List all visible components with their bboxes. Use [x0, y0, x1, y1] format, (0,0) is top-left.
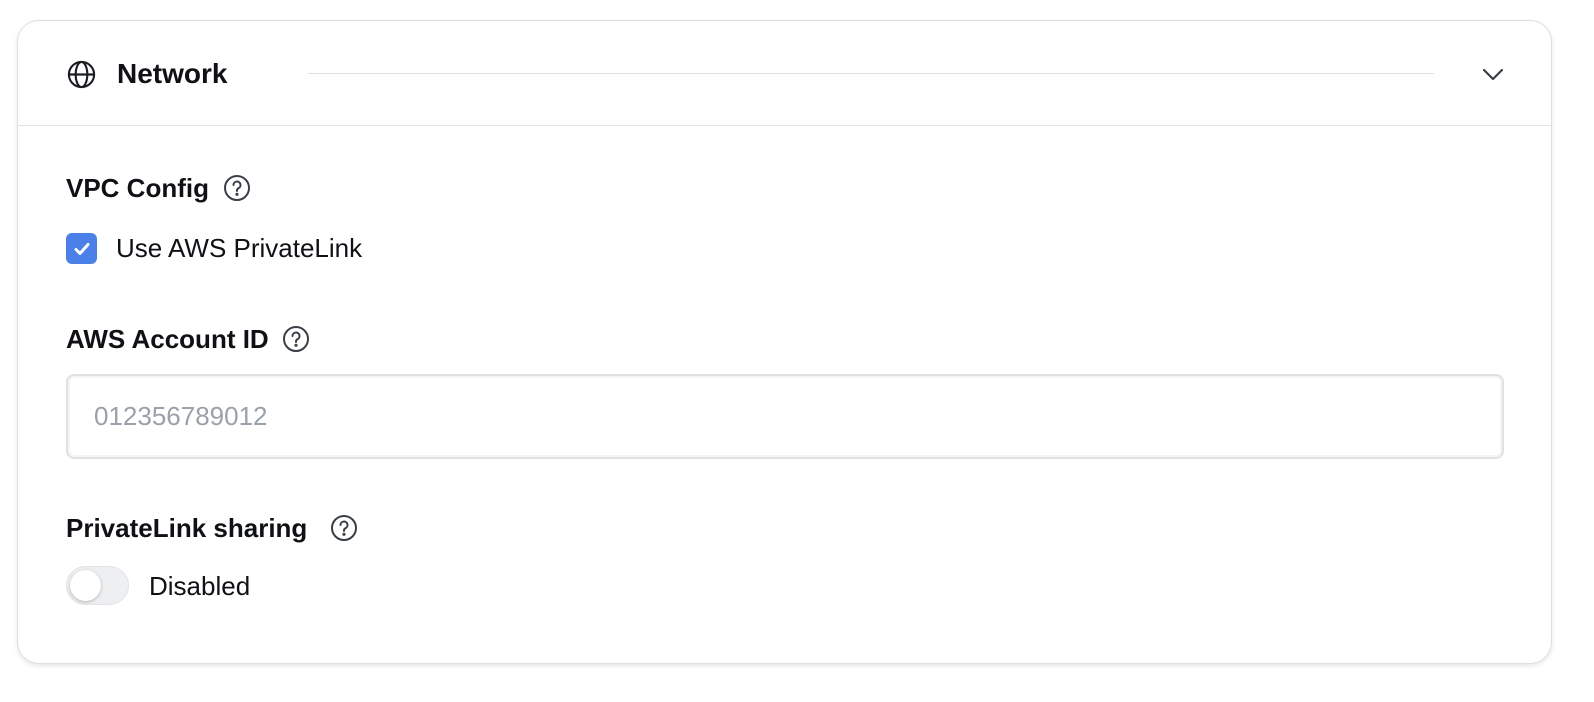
globe-icon	[67, 60, 96, 89]
card-header[interactable]: Network	[18, 21, 1551, 126]
section-title: Network	[117, 58, 228, 89]
toggle-state-label: Disabled	[149, 571, 251, 601]
vpc-config-label: VPC Config	[66, 173, 209, 203]
help-circle-icon[interactable]	[330, 514, 358, 542]
help-circle-icon[interactable]	[223, 174, 251, 202]
use-privatelink-label[interactable]: Use AWS PrivateLink	[116, 231, 362, 265]
toggle-knob	[70, 570, 101, 601]
privatelink-sharing-toggle[interactable]	[66, 566, 129, 605]
header-divider	[308, 73, 1434, 74]
privatelink-sharing-label: PrivateLink sharing	[66, 513, 308, 543]
use-privatelink-checkbox[interactable]	[66, 233, 97, 264]
chevron-down-icon[interactable]	[1480, 63, 1506, 85]
help-circle-icon[interactable]	[282, 325, 310, 353]
network-settings-card: Network VPC Config Use AWS PrivateLink A…	[17, 20, 1552, 664]
checkmark-icon	[74, 242, 89, 255]
aws-account-id-input[interactable]	[66, 374, 1504, 459]
aws-account-id-label: AWS Account ID	[66, 324, 269, 354]
